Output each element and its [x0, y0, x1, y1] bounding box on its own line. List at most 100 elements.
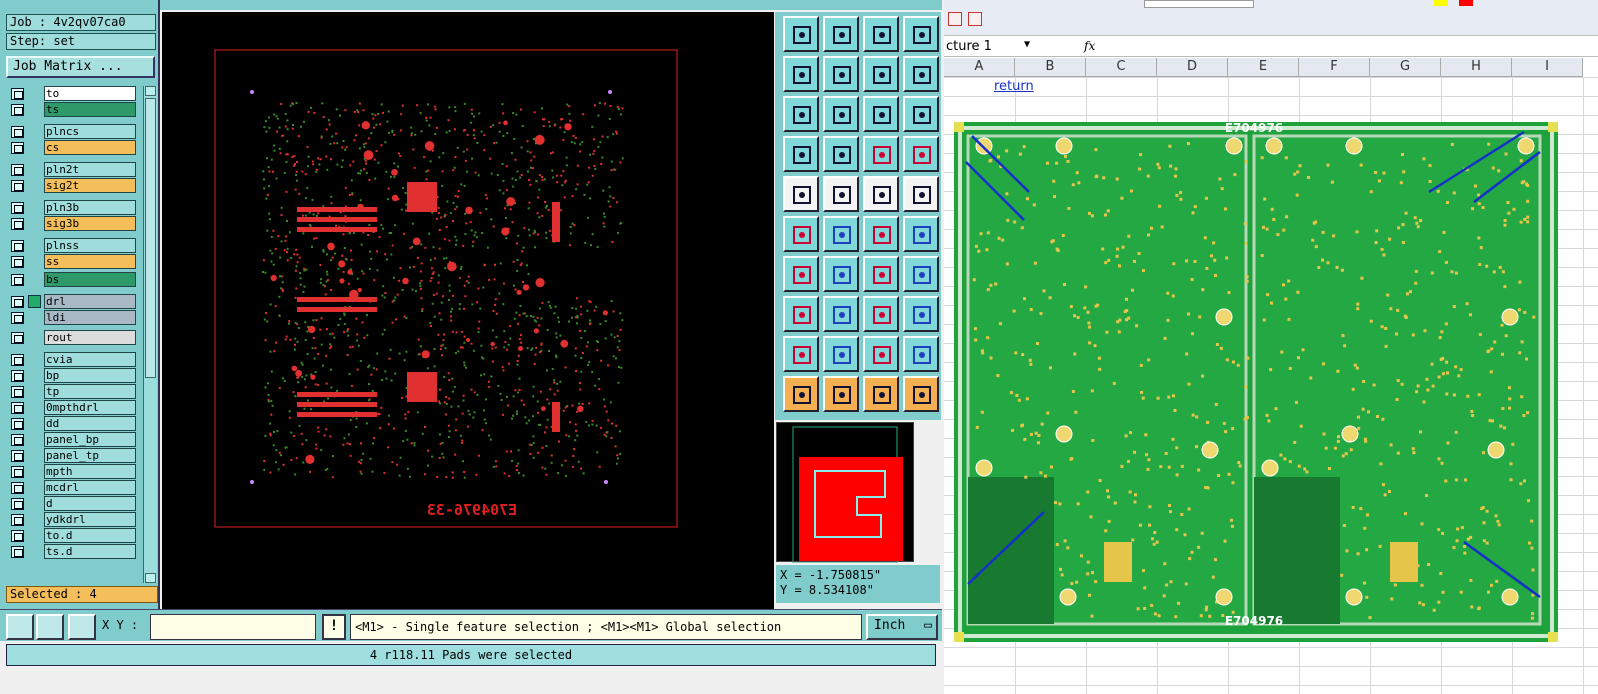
- layer-name[interactable]: to: [44, 86, 136, 101]
- layer-checkbox[interactable]: [11, 240, 24, 252]
- snap-icon[interactable]: [36, 614, 64, 640]
- window-icon[interactable]: [903, 16, 939, 52]
- route-icon[interactable]: [863, 216, 899, 252]
- snap-blue-icon[interactable]: [903, 136, 939, 172]
- info-icon[interactable]: !: [322, 614, 346, 640]
- layer-row[interactable]: ts: [8, 102, 140, 118]
- units-dropdown[interactable]: Inch ▭: [866, 614, 938, 640]
- layer-checkbox[interactable]: [11, 354, 24, 366]
- redraw-icon[interactable]: [903, 56, 939, 92]
- layer-name[interactable]: drl: [44, 294, 136, 309]
- layer-name[interactable]: mpth: [44, 464, 136, 479]
- layer-name[interactable]: ydkdrl: [44, 512, 136, 527]
- layer-checkbox[interactable]: [11, 104, 24, 116]
- help-icon[interactable]: [903, 96, 939, 132]
- connect-icon[interactable]: [783, 216, 819, 252]
- fx-icon[interactable]: fx: [1084, 39, 1095, 53]
- layer-row[interactable]: cs: [8, 140, 140, 156]
- graphic-canvas[interactable]: E704976-33: [162, 12, 774, 615]
- layer-name[interactable]: plnss: [44, 238, 136, 253]
- pdf-export-icon[interactable]: [968, 12, 982, 26]
- layer-row[interactable]: sig3b: [8, 216, 140, 232]
- layer-name[interactable]: bp: [44, 368, 136, 383]
- layer-row[interactable]: tp: [8, 384, 140, 400]
- layer-checkbox[interactable]: [11, 274, 24, 286]
- layer-checkbox[interactable]: [11, 466, 24, 478]
- layer-checkbox[interactable]: [11, 332, 24, 344]
- layer-checkbox[interactable]: [11, 312, 24, 324]
- column-header[interactable]: G: [1370, 58, 1441, 77]
- undo-zoom-icon[interactable]: [863, 56, 899, 92]
- home-icon[interactable]: [863, 16, 899, 52]
- group-icon[interactable]: [903, 296, 939, 332]
- return-link[interactable]: return: [994, 79, 1034, 94]
- layer-checkbox[interactable]: [11, 218, 24, 230]
- layer-checkbox[interactable]: [11, 256, 24, 268]
- column-header[interactable]: I: [1512, 58, 1583, 77]
- layer-row[interactable]: drl: [8, 294, 140, 310]
- job-matrix-button[interactable]: Job Matrix ...: [6, 56, 155, 78]
- layer-checkbox[interactable]: [11, 418, 24, 430]
- layer-name[interactable]: dd: [44, 416, 136, 431]
- column-header[interactable]: D: [1157, 58, 1228, 77]
- layer-row[interactable]: mpth: [8, 464, 140, 480]
- select-icon[interactable]: [783, 376, 819, 412]
- snap-red-icon[interactable]: [863, 136, 899, 172]
- pdf-icon[interactable]: [948, 12, 962, 26]
- layer-name[interactable]: tp: [44, 384, 136, 399]
- layer-row[interactable]: panel_tp: [8, 448, 140, 464]
- scroll-thumb[interactable]: [145, 98, 156, 378]
- layer-checkbox[interactable]: [11, 126, 24, 138]
- dash-icon[interactable]: [823, 296, 859, 332]
- column-header[interactable]: E: [1228, 58, 1299, 77]
- layer-checkbox[interactable]: [11, 142, 24, 154]
- measure-icon[interactable]: [783, 136, 819, 172]
- layer-name[interactable]: panel_tp: [44, 448, 136, 463]
- rotate-icon[interactable]: [863, 256, 899, 292]
- zoom-fit-icon[interactable]: [6, 614, 34, 640]
- layer-checkbox[interactable]: [11, 546, 24, 558]
- column-header[interactable]: C: [1086, 58, 1157, 77]
- font-color-icon[interactable]: [1459, 0, 1473, 6]
- layer-name[interactable]: cs: [44, 140, 136, 155]
- column-header[interactable]: F: [1299, 58, 1370, 77]
- cross-icon[interactable]: [823, 216, 859, 252]
- step-icon[interactable]: [903, 376, 939, 412]
- arch-icon[interactable]: [823, 336, 859, 372]
- layer-name[interactable]: sig3b: [44, 216, 136, 231]
- center-icon[interactable]: [823, 96, 859, 132]
- layer-name[interactable]: panel_bp: [44, 432, 136, 447]
- layer-name[interactable]: bs: [44, 272, 136, 287]
- layer-name[interactable]: cvia: [44, 352, 136, 367]
- square-pad-icon[interactable]: [903, 176, 939, 212]
- layer-row[interactable]: panel_bp: [8, 432, 140, 448]
- layer-name[interactable]: sig2t: [44, 178, 136, 193]
- layer-row[interactable]: rout: [8, 330, 140, 346]
- move-icon[interactable]: [783, 296, 819, 332]
- layer-checkbox[interactable]: [11, 514, 24, 526]
- layer-name[interactable]: ldi: [44, 310, 136, 325]
- route-diag-icon[interactable]: [903, 216, 939, 252]
- layer-name[interactable]: ss: [44, 254, 136, 269]
- layer-row[interactable]: 0mpthdrl: [8, 400, 140, 416]
- layer-checkbox[interactable]: [11, 370, 24, 382]
- fit-icon[interactable]: [783, 96, 819, 132]
- layer-name[interactable]: d: [44, 496, 136, 511]
- layer-row[interactable]: pln2t: [8, 162, 140, 178]
- highlight-icon[interactable]: [1434, 0, 1448, 6]
- layer-name[interactable]: ts: [44, 102, 136, 117]
- zoom-out-icon[interactable]: [823, 56, 859, 92]
- layer-row[interactable]: ldi: [8, 310, 140, 326]
- triangle-icon[interactable]: [783, 336, 819, 372]
- flip-icon[interactable]: [903, 256, 939, 292]
- layer-row[interactable]: pln3b: [8, 200, 140, 216]
- scroll-up-icon[interactable]: [145, 86, 156, 96]
- layer-name[interactable]: pln3b: [44, 200, 136, 215]
- column-header[interactable]: H: [1441, 58, 1512, 77]
- arch-cut-icon[interactable]: [863, 336, 899, 372]
- layer-checkbox[interactable]: [11, 202, 24, 214]
- pin-icon[interactable]: [823, 136, 859, 172]
- layer-checkbox[interactable]: [11, 296, 24, 308]
- layer-name[interactable]: rout: [44, 330, 136, 345]
- layer-row[interactable]: to.d: [8, 528, 140, 544]
